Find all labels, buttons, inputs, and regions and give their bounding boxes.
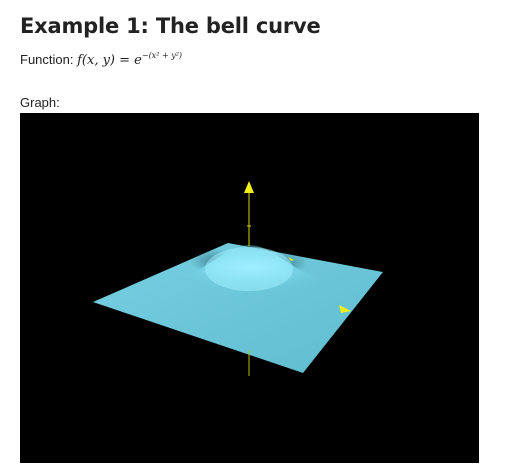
z-axis-arrow-icon — [244, 181, 254, 193]
function-formula: f(x, y) = e−(x² + y²) — [77, 51, 183, 68]
bell-highlight — [205, 247, 293, 291]
page-title: Example 1: The bell curve — [20, 14, 321, 38]
page: Example 1: The bell curve Function: f(x,… — [0, 0, 509, 476]
formula-exponent: −(x² + y²) — [141, 51, 183, 60]
3d-graph-canvas[interactable] — [20, 113, 479, 463]
function-line: Function: f(x, y) = e−(x² + y²) — [20, 51, 183, 68]
formula-main: f(x, y) = e — [77, 53, 142, 68]
function-label: Function: — [20, 52, 74, 67]
graph-label: Graph: — [20, 95, 60, 110]
3d-graph-viewport[interactable] — [20, 113, 479, 463]
